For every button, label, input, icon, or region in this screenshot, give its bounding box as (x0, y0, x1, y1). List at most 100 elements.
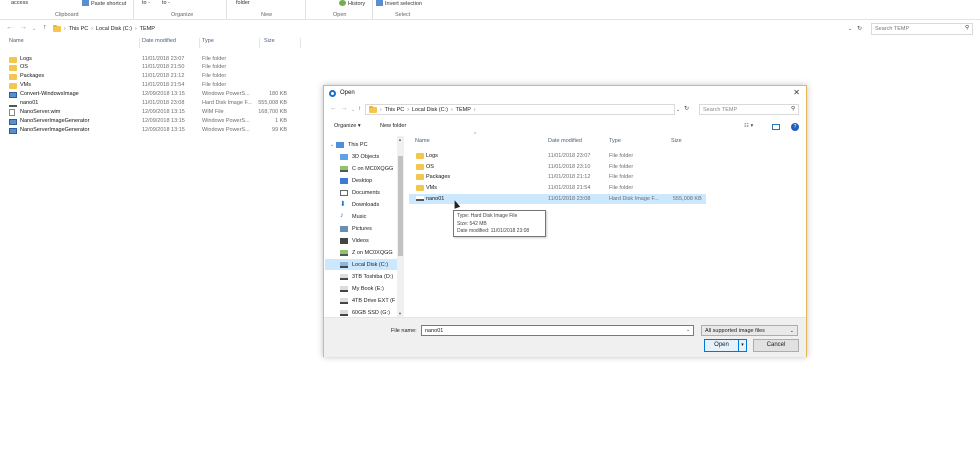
disk-image-icon (416, 196, 424, 201)
dialog-title: Open (340, 90, 355, 96)
ribbon-divider (372, 0, 373, 19)
column-header-date[interactable]: Date modified (142, 38, 176, 44)
new-folder-button[interactable]: New folder (380, 123, 406, 129)
folder-icon (9, 83, 17, 89)
address-dropdown-icon[interactable]: ⌄ (848, 26, 852, 32)
nav-item-local-disk-c[interactable]: Local Disk (C:) (325, 259, 397, 270)
list-item[interactable]: nano01 11/01/2018 23:08 Hard Disk Image … (0, 100, 310, 108)
column-header-size[interactable]: Size (264, 38, 275, 44)
drive-icon (340, 274, 348, 280)
scroll-down-icon[interactable]: ▼ (398, 311, 402, 316)
item-date: 12/09/2018 13:15 (142, 109, 185, 115)
nav-item-ssd-g[interactable]: 60GB SSD (G:) (325, 307, 397, 317)
list-item[interactable]: OS 11/01/2018 21:50 File folder (0, 64, 310, 72)
open-options-dropdown[interactable]: ▾ (738, 339, 747, 352)
breadcrumb-temp[interactable]: TEMP (456, 107, 471, 113)
list-item[interactable]: Logs 11/01/2018 23:07 File folder (409, 151, 706, 161)
new-folder-button[interactable]: folder (236, 0, 250, 6)
item-name: NanoServerImageGenerator (20, 118, 90, 124)
invert-selection-button[interactable]: Invert selection (376, 0, 422, 7)
column-header-date[interactable]: Date modified (548, 138, 582, 144)
nav-item-z-network[interactable]: Z on MC0XQGG (325, 247, 397, 258)
copy-to-button[interactable]: to - (162, 0, 170, 6)
back-arrow-icon[interactable]: ← (330, 105, 337, 112)
forward-arrow-icon[interactable]: → (341, 105, 348, 112)
view-options-icon[interactable]: ☷ ▾ (744, 123, 753, 129)
close-icon[interactable]: ✕ (793, 88, 800, 97)
list-item[interactable]: NanoServer.wim 12/09/2018 13:15 WIM File… (0, 109, 310, 117)
recent-chevron-icon[interactable]: ⌄ (351, 107, 355, 113)
item-date: 11/01/2018 21:12 (142, 73, 185, 79)
column-header-type[interactable]: Type (609, 138, 621, 144)
dialog-search-input[interactable]: Search TEMP ⚲ (699, 104, 799, 115)
breadcrumb-this-pc[interactable]: This PC (385, 107, 405, 113)
file-type-select[interactable]: All supported image files ⌄ (701, 325, 798, 336)
breadcrumb-local-disk[interactable]: Local Disk (C:) (412, 107, 448, 113)
refresh-icon[interactable]: ↻ (684, 105, 689, 112)
folder-icon (416, 153, 424, 159)
list-item[interactable]: OS 11/01/2018 23:10 File folder (409, 162, 706, 172)
nav-item-c-network[interactable]: C on MC0XQGG (325, 163, 397, 174)
column-header-name[interactable]: Name (9, 38, 24, 44)
file-name-dropdown-icon[interactable]: ⌄ (686, 327, 690, 333)
list-item[interactable]: VMs 11/01/2018 21:54 File folder (409, 183, 706, 193)
cancel-button[interactable]: Cancel (753, 339, 799, 352)
help-icon[interactable]: ? (791, 123, 799, 131)
nav-item-4tb-f[interactable]: 4TB Drive EXT (F (325, 295, 397, 306)
breadcrumb-temp[interactable]: TEMP (140, 26, 155, 32)
nav-item-pictures[interactable]: Pictures (325, 223, 397, 234)
column-header-size[interactable]: Size (671, 138, 682, 144)
scrollbar-thumb[interactable] (398, 156, 403, 256)
column-header-name[interactable]: Name (415, 138, 430, 144)
nav-item-3d-objects[interactable]: 3D Objects (325, 151, 397, 162)
address-bar[interactable]: › This PC › Local Disk (C:) › TEMP (52, 23, 868, 35)
search-input[interactable]: Search TEMP ⚲ (871, 23, 973, 35)
item-date: 11/01/2018 21:50 (142, 64, 185, 70)
up-arrow-icon[interactable]: ↑ (43, 24, 47, 31)
list-item[interactable]: Logs 11/01/2018 23:07 File folder (0, 56, 310, 64)
nav-item-desktop[interactable]: Desktop (325, 175, 397, 186)
up-arrow-icon[interactable]: ↑ (358, 105, 361, 112)
list-item[interactable]: Packages 11/01/2018 21:12 File folder (409, 172, 706, 182)
breadcrumb-this-pc[interactable]: This PC (69, 26, 89, 32)
breadcrumb-local-disk[interactable]: Local Disk (C:) (96, 26, 132, 32)
list-item[interactable]: VMs 11/01/2018 21:54 File folder (0, 82, 310, 90)
nav-item-my-book-e[interactable]: My Book (E:) (325, 283, 397, 294)
file-name-input[interactable]: nano01 (421, 325, 694, 336)
tooltip-date: Date modified: 11/01/2018 23:08 (457, 228, 530, 234)
preview-pane-icon[interactable] (772, 124, 780, 130)
dialog-toolbar: Organize ▾ New folder ☷ ▾ ? (324, 120, 806, 132)
nav-item-downloads[interactable]: ⬇ Downloads (325, 199, 397, 210)
scroll-up-icon[interactable]: ▲ (398, 137, 402, 142)
ribbon-easy-access[interactable]: access (11, 0, 28, 6)
nav-item-this-pc[interactable]: ⌄ This PC (325, 139, 397, 150)
list-item[interactable]: NanoServerImageGenerator 12/09/2018 13:1… (0, 127, 310, 135)
navigation-scrollbar[interactable]: ▲ ▼ (397, 136, 404, 317)
recent-chevron-icon[interactable]: ⌄ (32, 26, 36, 32)
list-item[interactable]: Convert-WindowsImage 12/09/2018 13:15 Wi… (0, 91, 310, 99)
refresh-icon[interactable]: ↻ (857, 25, 862, 32)
list-item[interactable]: Packages 11/01/2018 21:12 File folder (0, 73, 310, 81)
paste-shortcut-button[interactable]: Paste shortcut (82, 0, 126, 7)
nav-item-videos[interactable]: Videos (325, 235, 397, 246)
ribbon-group-clipboard: Clipboard (55, 12, 79, 18)
nav-item-documents[interactable]: Documents (325, 187, 397, 198)
item-type: Windows PowerS... (202, 91, 250, 97)
nav-item-music[interactable]: ♪ Music (325, 211, 397, 222)
ribbon-group-new: New (261, 12, 273, 18)
folder-icon (416, 164, 424, 170)
column-header-type[interactable]: Type (202, 38, 214, 44)
nav-item-toshiba-d[interactable]: 3TB Toshiba (D:) (325, 271, 397, 282)
breadcrumb-chevron-icon: › (450, 106, 453, 113)
organize-button[interactable]: Organize ▾ (334, 123, 361, 129)
collapse-chevron-icon[interactable]: ⌄ (330, 142, 334, 148)
ribbon-group-organize: Organize (171, 12, 194, 18)
dialog-address-bar[interactable]: › This PC › Local Disk (C:) › TEMP › (365, 104, 675, 115)
back-arrow-icon[interactable]: ← (6, 24, 13, 31)
address-dropdown-icon[interactable]: ⌄ (676, 107, 680, 113)
forward-arrow-icon[interactable]: → (20, 24, 27, 31)
ribbon-divider (226, 0, 227, 19)
history-button[interactable]: History (339, 0, 365, 7)
move-to-button[interactable]: to - (142, 0, 150, 6)
list-item[interactable]: NanoServerImageGenerator 12/09/2018 13:1… (0, 118, 310, 126)
